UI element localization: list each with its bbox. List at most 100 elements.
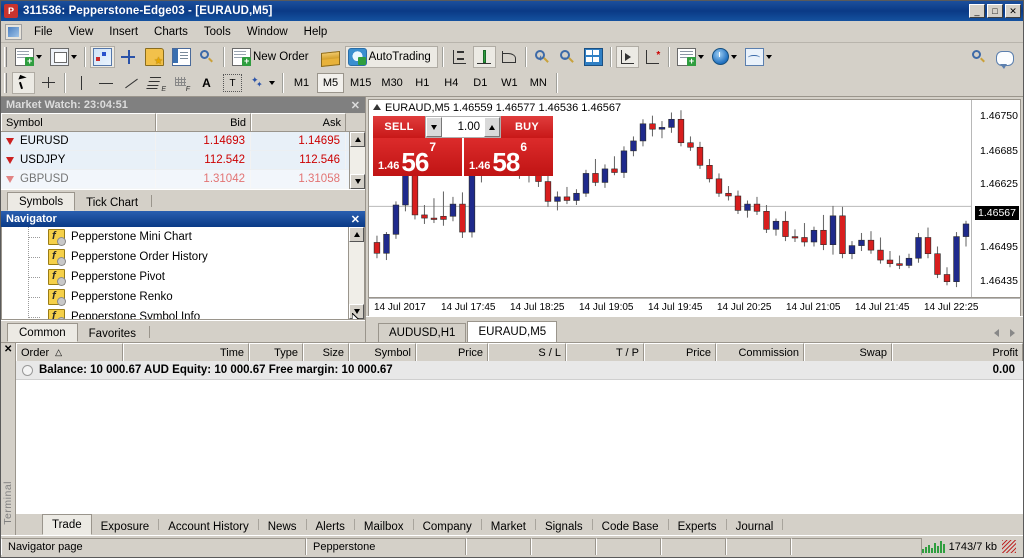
navigator-button[interactable] — [142, 46, 167, 68]
data-window-button[interactable] — [117, 46, 140, 68]
search-button[interactable] — [968, 46, 991, 68]
strategy-tester-button[interactable] — [196, 46, 219, 68]
scroll-up-button[interactable] — [350, 132, 365, 147]
zoom-out-button[interactable]: − — [556, 46, 579, 68]
market-watch-button[interactable] — [90, 45, 115, 68]
objects-button[interactable] — [247, 72, 278, 94]
time-axis[interactable]: 14 Jul 2017 14 Jul 17:45 14 Jul 18:25 14… — [368, 298, 1021, 316]
tab-alerts[interactable]: Alerts — [307, 518, 354, 535]
buy-button[interactable]: BUY — [501, 116, 553, 138]
chart-tab-audusd-h1[interactable]: AUDUSD,H1 — [378, 323, 467, 342]
column-header-swap[interactable]: Swap — [804, 343, 892, 361]
tab-news[interactable]: News — [259, 518, 306, 535]
tab-experts[interactable]: Experts — [669, 518, 726, 535]
tab-tick-chart[interactable]: Tick Chart — [75, 194, 150, 211]
tab-symbols[interactable]: Symbols — [7, 192, 76, 211]
list-item[interactable]: Pepperstone Mini Chart — [2, 227, 364, 247]
column-header-ask[interactable]: Ask — [251, 113, 346, 131]
tab-trade[interactable]: Trade — [42, 514, 92, 535]
timeframe-h4[interactable]: H4 — [438, 73, 465, 93]
column-header-symbol[interactable]: Symbol — [1, 113, 156, 131]
chart-tab-euraud-m5[interactable]: EURAUD,M5 — [467, 321, 558, 342]
auto-scroll-button[interactable]: * — [641, 46, 664, 68]
horizontal-line-button[interactable] — [95, 72, 118, 94]
toolbar-grip[interactable] — [4, 46, 8, 67]
list-item[interactable]: Pepperstone Symbol Info — [2, 307, 364, 319]
column-header-sl[interactable]: S / L — [488, 343, 566, 361]
tab-mailbox[interactable]: Mailbox — [355, 518, 413, 535]
resize-grip-icon[interactable] — [1001, 539, 1017, 554]
chat-button[interactable] — [993, 46, 1017, 69]
close-button[interactable]: ✕ — [1005, 4, 1021, 18]
navigator-tree[interactable]: Pepperstone Mini Chart Pepperstone Order… — [1, 227, 365, 320]
menu-item-view[interactable]: View — [61, 23, 102, 41]
shapes-button[interactable]: F — [170, 72, 193, 94]
new-order-button[interactable]: + New Order — [229, 46, 316, 68]
price-axis[interactable]: 1.46750 1.46685 1.46625 1.46567 1.46495 … — [971, 100, 1020, 297]
timeframe-mn[interactable]: MN — [525, 73, 552, 93]
mailbox-button[interactable] — [318, 46, 343, 68]
tab-exposure[interactable]: Exposure — [92, 518, 159, 535]
menu-item-charts[interactable]: Charts — [146, 23, 196, 41]
vertical-line-button[interactable] — [70, 72, 93, 94]
list-item[interactable]: Pepperstone Pivot — [2, 267, 364, 287]
table-row[interactable]: USDJPY 112.542 112.546 — [1, 151, 365, 170]
timeframe-d1[interactable]: D1 — [467, 73, 494, 93]
timeframe-m1[interactable]: M1 — [288, 73, 315, 93]
scrollbar-track[interactable] — [349, 242, 364, 304]
zoom-in-button[interactable]: + — [531, 46, 554, 68]
timeframe-w1[interactable]: W1 — [496, 73, 523, 93]
column-header-profit[interactable]: Profit — [892, 343, 1023, 361]
column-header-price-current[interactable]: Price — [644, 343, 716, 361]
autotrading-button[interactable]: AutoTrading — [344, 45, 438, 68]
close-icon[interactable]: ✕ — [4, 344, 12, 355]
column-header-order[interactable]: Order △ — [16, 343, 123, 361]
cursor-button[interactable] — [12, 72, 35, 94]
timeframe-m15[interactable]: M15 — [346, 73, 375, 93]
tab-account-history[interactable]: Account History — [159, 518, 258, 535]
volume-down-button[interactable] — [426, 117, 442, 137]
tab-code-base[interactable]: Code Base — [593, 518, 668, 535]
text-box-button[interactable]: T — [220, 72, 245, 94]
candlestick-chart-button[interactable] — [472, 45, 496, 68]
list-item[interactable]: Pepperstone Renko — [2, 287, 364, 307]
chart-tab-scroll-left[interactable] — [989, 326, 1003, 340]
tab-common[interactable]: Common — [7, 323, 78, 342]
tab-favorites[interactable]: Favorites — [77, 325, 147, 342]
sell-price-display[interactable]: 1.46 56 7 — [373, 138, 464, 176]
chart-canvas[interactable]: EURAUD,M5 1.46559 1.46577 1.46536 1.4656… — [368, 99, 1021, 298]
bar-chart-button[interactable] — [448, 46, 471, 68]
trendline-button[interactable] — [120, 72, 143, 94]
column-header-type[interactable]: Type — [249, 343, 303, 361]
list-item[interactable]: Pepperstone Order History — [2, 247, 364, 267]
tab-market[interactable]: Market — [482, 518, 535, 535]
navigator-scrollbar[interactable] — [348, 227, 364, 319]
timeframe-m5[interactable]: M5 — [317, 73, 344, 93]
scroll-down-button[interactable] — [350, 174, 365, 189]
menu-item-insert[interactable]: Insert — [101, 23, 146, 41]
column-header-commission[interactable]: Commission — [716, 343, 804, 361]
column-header-symbol[interactable]: Symbol — [349, 343, 416, 361]
periods-button[interactable] — [709, 46, 740, 68]
balance-row[interactable]: Balance: 10 000.67 AUD Equity: 10 000.67… — [16, 361, 1023, 380]
column-header-price-open[interactable]: Price — [416, 343, 488, 361]
tab-signals[interactable]: Signals — [536, 518, 592, 535]
tab-journal[interactable]: Journal — [727, 518, 783, 535]
scroll-up-button[interactable] — [349, 227, 364, 242]
volume-up-button[interactable] — [484, 117, 500, 137]
new-chart-button[interactable]: + — [12, 46, 45, 68]
buy-price-display[interactable]: 1.46 58 6 — [464, 138, 553, 176]
chart-tab-scroll-right[interactable] — [1005, 326, 1019, 340]
sell-button[interactable]: SELL — [373, 116, 425, 138]
column-header-bid[interactable]: Bid — [156, 113, 251, 131]
maximize-button[interactable]: □ — [987, 4, 1003, 18]
templates-button[interactable] — [742, 46, 775, 68]
toolbar-grip[interactable] — [4, 73, 8, 93]
text-label-button[interactable]: A — [195, 72, 218, 94]
volume-stepper[interactable]: 1.00 — [425, 116, 501, 138]
column-header-size[interactable]: Size — [303, 343, 349, 361]
volume-value[interactable]: 1.00 — [442, 117, 484, 137]
market-watch-scrollbar[interactable] — [349, 132, 365, 189]
tab-company[interactable]: Company — [414, 518, 481, 535]
crosshair-button[interactable] — [37, 72, 60, 94]
